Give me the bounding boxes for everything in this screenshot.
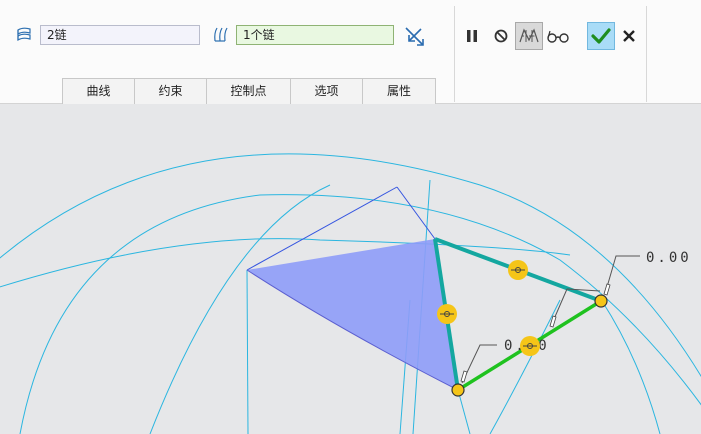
drag-handle[interactable]: [508, 260, 528, 280]
boundary-surface-preview: [247, 239, 458, 390]
close-icon: [623, 30, 635, 42]
drag-handle[interactable]: [520, 336, 540, 356]
vertex-handle[interactable]: [594, 294, 608, 308]
tab-properties[interactable]: 属性: [362, 78, 436, 104]
ok-button[interactable]: [587, 22, 615, 50]
check-icon: [591, 28, 611, 44]
graphics-canvas[interactable]: 0.00 0.00: [0, 104, 701, 434]
second-chain-field[interactable]: 1个链: [236, 25, 394, 45]
arc-curve: [149, 184, 331, 434]
tab-options[interactable]: 选项: [290, 78, 363, 104]
first-chain-field[interactable]: 2链: [40, 25, 200, 45]
flip-direction-button[interactable]: [401, 23, 429, 51]
no-preview-icon: [494, 29, 508, 43]
arc-curve: [489, 299, 561, 434]
toolbar-divider: [646, 6, 647, 102]
verify-button[interactable]: [544, 22, 572, 50]
no-preview-button[interactable]: [487, 22, 515, 50]
dashboard: 2链 1个链 曲线 约束 控制点 选项 属性: [0, 0, 701, 104]
tab-constraints[interactable]: 约束: [134, 78, 207, 104]
tangent-marker: [460, 370, 468, 383]
vertex-handle[interactable]: [451, 383, 465, 397]
swap-direction-icon: [405, 27, 424, 46]
drag-handle[interactable]: [437, 304, 457, 324]
pause-button[interactable]: [458, 22, 486, 50]
arc-curve: [601, 300, 661, 434]
pause-icon: [467, 30, 477, 42]
glasses-icon: [547, 30, 569, 43]
first-direction-collector: 2链: [14, 23, 200, 47]
vertical-line: [246, 269, 249, 434]
tab-curves[interactable]: 曲线: [62, 78, 135, 104]
toolbar-divider: [454, 6, 455, 102]
boundary-surface-icon: [14, 24, 36, 46]
tab-strip: 曲线 约束 控制点 选项 属性: [62, 78, 436, 104]
geometry-preview-button[interactable]: [515, 22, 543, 50]
dimension-label-top[interactable]: 0.00: [646, 250, 692, 266]
tab-control-points[interactable]: 控制点: [206, 78, 291, 104]
line-segment: [457, 389, 471, 434]
cancel-button[interactable]: [615, 22, 643, 50]
tangency-markers: [460, 283, 611, 383]
tangent-marker: [603, 283, 611, 296]
geometry-preview-icon: [519, 28, 539, 43]
boundary-surface-icon: [210, 24, 232, 46]
second-direction-collector: 1个链: [210, 23, 394, 47]
